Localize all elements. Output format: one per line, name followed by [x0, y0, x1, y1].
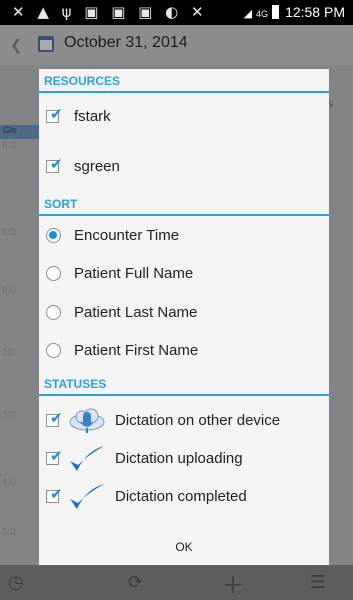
- resource-item-sgreen[interactable]: ✔ sgreen: [39, 150, 329, 184]
- status-label: Dictation on other device: [115, 412, 281, 429]
- time-label: 4:0: [2, 477, 16, 488]
- checkbox[interactable]: ✔: [46, 107, 63, 123]
- battery-icon: [272, 5, 280, 19]
- checkbox[interactable]: ✔: [46, 487, 63, 503]
- section-divider: [39, 214, 329, 216]
- bottom-nav: ◷ ⟳ ＋ ☰: [0, 565, 353, 600]
- checkmark-icon: [70, 446, 104, 471]
- status-item-dictation-uploading[interactable]: ✔ Dictation uploading: [39, 442, 329, 476]
- calendar-icon[interactable]: [38, 36, 54, 52]
- clock-icon[interactable]: ◷: [8, 572, 24, 593]
- notification-icons: ✕ ▲ ψ ▣ ▣ ▣ ◐ ✕: [12, 3, 208, 21]
- section-divider: [39, 91, 329, 93]
- radio-button[interactable]: [46, 343, 61, 358]
- time-label: 8:0: [2, 227, 16, 238]
- time-label: 5:0: [2, 527, 16, 538]
- sort-option-encounter-time[interactable]: Encounter Time: [39, 219, 329, 253]
- back-chevron-icon[interactable]: ❮: [10, 36, 23, 54]
- resource-label: sgreen: [74, 158, 120, 175]
- status-bar: ✕ ▲ ψ ▣ ▣ ▣ ◐ ✕ ◢ 4G 12:58 PM: [0, 0, 353, 25]
- status-item-dictation-other-device[interactable]: ✔ Dictation on other device: [39, 404, 329, 438]
- status-item-dictation-completed[interactable]: ✔ Dictation completed: [39, 480, 329, 514]
- check-icon: ✔: [50, 448, 63, 465]
- resource-label: fstark: [74, 108, 111, 125]
- time-label: 3:0: [2, 410, 16, 421]
- filter-dialog: RESOURCES ✔ fstark ✔ sgreen SORT Encount…: [39, 69, 329, 565]
- radio-button-selected[interactable]: [46, 228, 61, 243]
- sort-section-header: SORT: [39, 192, 329, 216]
- checkbox[interactable]: ✔: [46, 411, 63, 427]
- statuses-section-header: STATUSES: [39, 372, 329, 396]
- section-divider: [39, 394, 329, 396]
- radio-button[interactable]: [46, 305, 61, 320]
- time-label: 9:0: [2, 285, 16, 296]
- check-icon: ✔: [50, 156, 63, 173]
- resource-item-fstark[interactable]: ✔ fstark: [39, 100, 329, 134]
- sort-option-label: Patient Last Name: [74, 304, 198, 321]
- checkbox[interactable]: ✔: [46, 449, 63, 465]
- network-type: 4G: [256, 9, 269, 19]
- checkbox[interactable]: ✔: [46, 157, 63, 173]
- time-label: 10:: [2, 347, 16, 358]
- app-date-title: October 31, 2014: [64, 34, 188, 51]
- section-title: STATUSES: [44, 377, 107, 391]
- ok-button[interactable]: OK: [39, 529, 329, 565]
- sort-option-label: Patient Full Name: [74, 265, 194, 282]
- signal-icon: ◢: [243, 8, 253, 20]
- refresh-icon[interactable]: ⟳: [128, 572, 143, 593]
- status-right: ◢ 4G 12:58 PM: [244, 4, 345, 20]
- app-bar: ❮ October 31, 2014: [0, 25, 353, 65]
- time-label: 6:0: [2, 140, 16, 151]
- sort-option-patient-first-name[interactable]: Patient First Name: [39, 334, 329, 368]
- sort-option-patient-full-name[interactable]: Patient Full Name: [39, 257, 329, 291]
- resources-section-header: RESOURCES: [39, 69, 329, 93]
- section-title: RESOURCES: [44, 74, 121, 88]
- sort-option-label: Patient First Name: [74, 342, 199, 359]
- check-icon: ✔: [50, 410, 63, 427]
- sort-option-label: Encounter Time: [74, 227, 180, 244]
- cloud-microphone-icon: [69, 408, 105, 433]
- status-label: Dictation uploading: [115, 450, 243, 467]
- add-icon[interactable]: ＋: [222, 568, 244, 600]
- background-tab: Gle: [0, 125, 40, 139]
- menu-icon[interactable]: ☰: [310, 572, 326, 593]
- sort-option-patient-last-name[interactable]: Patient Last Name: [39, 296, 329, 330]
- radio-button[interactable]: [46, 266, 61, 281]
- status-label: Dictation completed: [115, 488, 247, 505]
- checkmark-icon: [70, 484, 104, 509]
- check-icon: ✔: [50, 486, 63, 503]
- check-icon: ✔: [50, 106, 63, 123]
- clock-time: 12:58 PM: [285, 4, 345, 20]
- section-title: SORT: [44, 197, 78, 211]
